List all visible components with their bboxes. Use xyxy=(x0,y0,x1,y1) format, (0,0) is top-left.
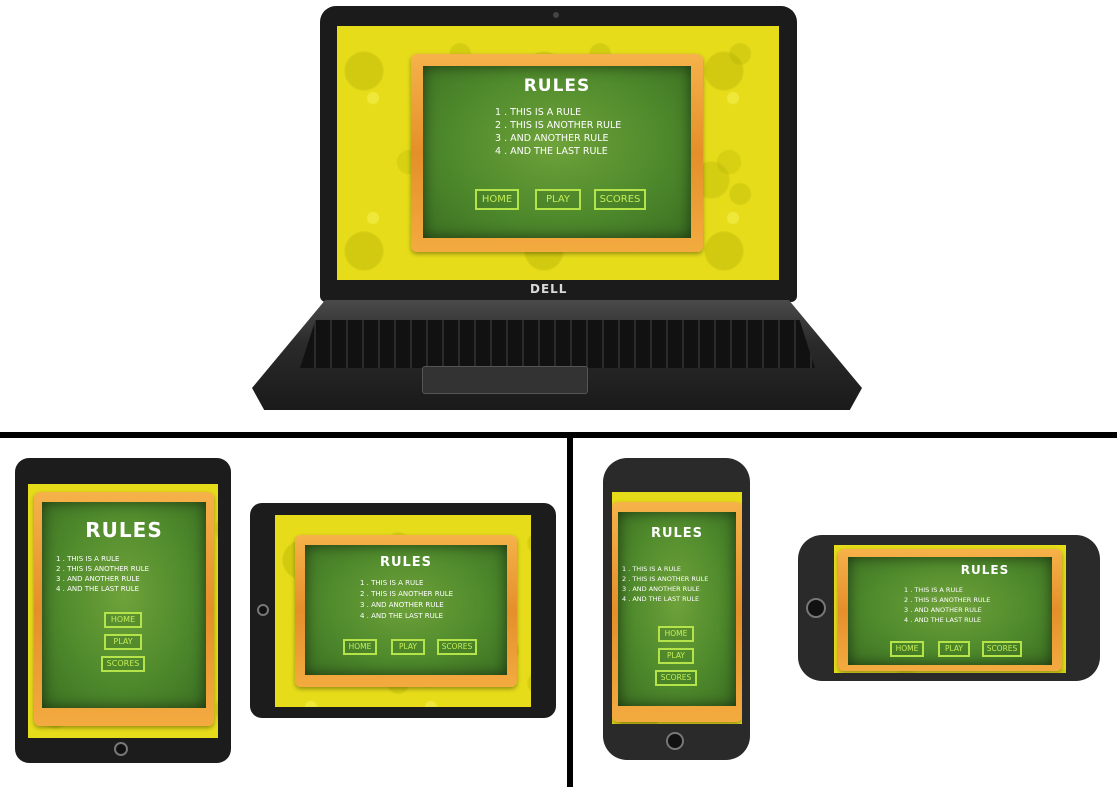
tablet-portrait-screen: RULES 1 . THIS IS A RULE 2 . THIS IS ANO… xyxy=(28,484,218,738)
rules-title: RULES xyxy=(650,526,704,541)
rules-list: 1 . THIS IS A RULE 2 . THIS IS ANOTHER R… xyxy=(360,578,453,622)
chalkboard: RULES 1 . THIS IS A RULE 2 . THIS IS ANO… xyxy=(42,502,206,708)
rule-item: 3 . AND ANOTHER RULE xyxy=(360,601,444,609)
webcam-icon xyxy=(553,12,559,18)
rules-list: 1 . THIS IS A RULE 2 . THIS IS ANOTHER R… xyxy=(495,106,621,158)
rule-item: 4 . AND THE LAST RULE xyxy=(495,146,608,157)
rule-item: 3 . AND ANOTHER RULE xyxy=(56,575,140,583)
chalkboard: RULES 1 . THIS IS A RULE 2 . THIS IS ANO… xyxy=(618,512,736,706)
home-button[interactable]: HOME xyxy=(104,612,142,628)
play-button[interactable]: PLAY xyxy=(658,648,694,664)
chalkboard: RULES 1 . THIS IS A RULE 2 . THIS IS ANO… xyxy=(848,557,1052,665)
rule-item: 1 . THIS IS A RULE xyxy=(56,555,120,563)
keyboard xyxy=(300,320,815,368)
rule-item: 2 . THIS IS ANOTHER RULE xyxy=(360,590,454,598)
scores-button[interactable]: SCORES xyxy=(101,656,145,672)
rule-item: 4 . AND THE LAST RULE xyxy=(56,585,140,593)
phone-portrait-screen: RULES 1 . THIS IS A RULE 2 . THIS IS ANO… xyxy=(612,492,742,724)
rule-item: 2 . THIS IS ANOTHER RULE xyxy=(622,575,709,583)
rule-item: 3 . AND ANOTHER RULE xyxy=(495,133,609,144)
rule-item: 4 . AND THE LAST RULE xyxy=(360,612,444,620)
board-frame: RULES 1 . THIS IS A RULE 2 . THIS IS ANO… xyxy=(838,549,1062,671)
rules-list: 1 . THIS IS A RULE 2 . THIS IS ANOTHER R… xyxy=(904,585,990,625)
laptop-screen: RULES 1 . THIS IS A RULE 2 . THIS IS ANO… xyxy=(337,26,779,280)
rule-item: 1 . THIS IS A RULE xyxy=(904,586,963,594)
rule-item: 3 . AND ANOTHER RULE xyxy=(622,585,700,593)
rule-item: 1 . THIS IS A RULE xyxy=(622,565,681,573)
phone-landscape-screen: RULES 1 . THIS IS A RULE 2 . THIS IS ANO… xyxy=(834,545,1066,673)
play-button[interactable]: PLAY xyxy=(391,639,425,655)
rules-title: RULES xyxy=(379,555,433,570)
scores-button[interactable]: SCORES xyxy=(655,670,697,686)
rule-item: 4 . AND THE LAST RULE xyxy=(622,595,700,603)
rule-item: 1 . THIS IS A RULE xyxy=(495,107,582,118)
home-hardware-button xyxy=(666,732,684,750)
play-button[interactable]: PLAY xyxy=(104,634,142,650)
home-hardware-button xyxy=(806,598,826,618)
rule-item: 4 . AND THE LAST RULE xyxy=(904,616,982,624)
brand-logo: DELL xyxy=(530,282,568,296)
rules-list: 1 . THIS IS A RULE 2 . THIS IS ANOTHER R… xyxy=(622,564,708,604)
rules-title: RULES xyxy=(523,76,591,96)
rules-title: RULES xyxy=(960,563,1010,577)
home-button[interactable]: HOME xyxy=(658,626,694,642)
rule-item: 3 . AND ANOTHER RULE xyxy=(904,606,982,614)
home-hardware-button xyxy=(114,742,128,756)
touchpad xyxy=(422,366,588,394)
vertical-divider xyxy=(567,432,573,787)
board-frame: RULES 1 . THIS IS A RULE 2 . THIS IS ANO… xyxy=(411,54,703,252)
play-button[interactable]: PLAY xyxy=(535,189,581,210)
scores-button[interactable]: SCORES xyxy=(437,639,477,655)
home-button[interactable]: HOME xyxy=(890,641,924,657)
chalkboard: RULES 1 . THIS IS A RULE 2 . THIS IS ANO… xyxy=(423,66,691,238)
play-button[interactable]: PLAY xyxy=(938,641,970,657)
rules-list: 1 . THIS IS A RULE 2 . THIS IS ANOTHER R… xyxy=(56,554,149,594)
scores-button[interactable]: SCORES xyxy=(594,189,646,210)
tablet-landscape-screen: RULES 1 . THIS IS A RULE 2 . THIS IS ANO… xyxy=(275,515,531,707)
scores-button[interactable]: SCORES xyxy=(982,641,1022,657)
home-hardware-button xyxy=(257,604,269,616)
rules-title: RULES xyxy=(85,518,163,542)
rule-item: 1 . THIS IS A RULE xyxy=(360,579,424,587)
horizontal-divider xyxy=(0,432,1117,438)
rule-item: 2 . THIS IS ANOTHER RULE xyxy=(56,565,150,573)
home-button[interactable]: HOME xyxy=(343,639,377,655)
rule-item: 2 . THIS IS ANOTHER RULE xyxy=(904,596,991,604)
board-frame: RULES 1 . THIS IS A RULE 2 . THIS IS ANO… xyxy=(612,502,742,722)
rule-item: 2 . THIS IS ANOTHER RULE xyxy=(495,120,622,131)
home-button[interactable]: HOME xyxy=(475,189,519,210)
board-frame: RULES 1 . THIS IS A RULE 2 . THIS IS ANO… xyxy=(34,492,214,726)
chalkboard: RULES 1 . THIS IS A RULE 2 . THIS IS ANO… xyxy=(305,545,507,675)
board-frame: RULES 1 . THIS IS A RULE 2 . THIS IS ANO… xyxy=(295,535,517,687)
